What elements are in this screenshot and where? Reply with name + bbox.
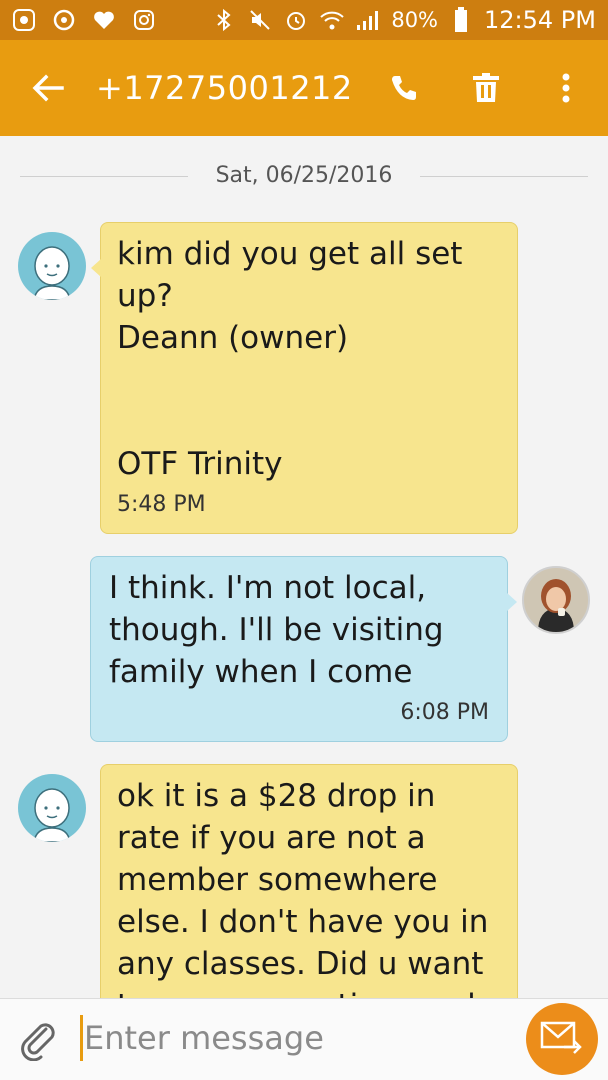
battery-percentage: 80%: [391, 8, 439, 32]
paperclip-icon[interactable]: [16, 1017, 60, 1062]
battery-icon: [448, 7, 474, 33]
signal-icon: [355, 7, 381, 33]
system-status: 80% 12:54 PM: [211, 0, 596, 40]
trash-icon[interactable]: [464, 66, 508, 110]
instagram-notification-icon: [130, 6, 158, 34]
bubble-tail: [507, 593, 517, 611]
date-divider: Sat, 06/25/2016: [20, 160, 588, 194]
send-icon: [540, 1019, 584, 1059]
contact-avatar[interactable]: [18, 774, 86, 842]
mute-icon: [247, 7, 273, 33]
bubble-tail: [91, 259, 101, 277]
incoming-message-bubble[interactable]: kim did you get all set up? Deann (owner…: [91, 222, 518, 534]
text-cursor: [80, 1015, 83, 1061]
my-avatar[interactable]: [522, 566, 590, 634]
notification-icons: [10, 6, 158, 34]
hangouts-notification-icon: [10, 6, 38, 34]
conversation-header: +17275001212: [0, 40, 608, 136]
status-bar: 80% 12:54 PM: [0, 0, 608, 40]
alarm-icon: [283, 7, 309, 33]
heart-notification-icon: [90, 6, 118, 34]
message-composer: [0, 998, 608, 1080]
phone-icon[interactable]: [382, 66, 426, 110]
bluetooth-icon: [211, 7, 237, 33]
clock: 12:54 PM: [484, 6, 596, 34]
message-text: kim did you get all set up? Deann (owner…: [117, 236, 463, 482]
message-text: I think. I'm not local, though. I'll be …: [109, 570, 454, 690]
bubble-tail: [100, 801, 101, 819]
message-text: ok it is a $28 drop in rate if you are n…: [117, 778, 489, 1024]
back-arrow-icon[interactable]: [28, 68, 68, 108]
send-button[interactable]: [526, 1003, 598, 1075]
message-time: 6:08 PM: [400, 700, 489, 725]
more-vert-icon[interactable]: [544, 66, 588, 110]
message-time: 5:48 PM: [117, 492, 206, 517]
sync-notification-icon: [50, 6, 78, 34]
divider-line: [420, 176, 588, 177]
outgoing-message-bubble[interactable]: I think. I'm not local, though. I'll be …: [90, 556, 517, 742]
wifi-icon: [319, 7, 345, 33]
message-input[interactable]: [84, 1013, 504, 1063]
contact-avatar[interactable]: [18, 232, 86, 300]
contact-phone-number: +17275001212: [96, 69, 353, 107]
